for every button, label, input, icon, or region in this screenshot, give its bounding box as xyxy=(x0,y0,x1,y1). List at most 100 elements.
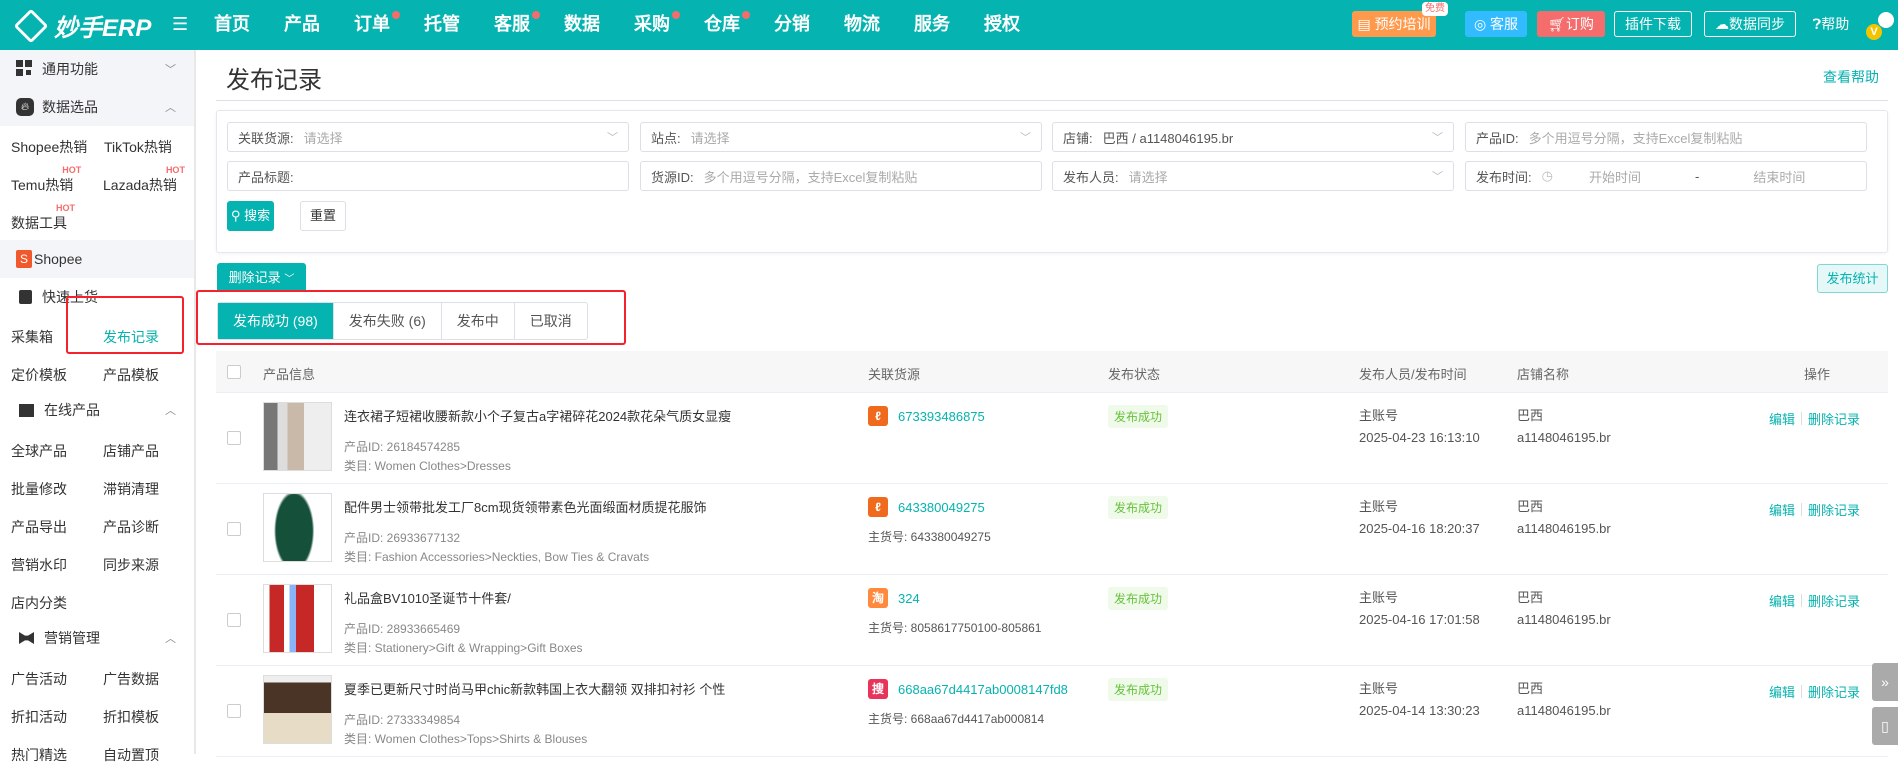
source-link[interactable]: ℓ 673393486875 xyxy=(868,406,985,426)
sidebar-item[interactable]: 全球产品 xyxy=(11,441,67,461)
sidebar-item-product-template[interactable]: 产品模板 xyxy=(103,365,159,385)
field-label: 站点: xyxy=(651,130,681,146)
edit-link[interactable]: 编辑 xyxy=(1769,682,1795,701)
delete-record-link[interactable]: 删除记录 xyxy=(1808,500,1860,519)
nav-label: 托管 xyxy=(424,14,460,34)
nav-item[interactable]: 服务 xyxy=(914,0,984,50)
clock-icon: ◷ xyxy=(1541,168,1553,183)
group-label: 在线产品 xyxy=(44,402,100,418)
sidebar-item[interactable]: 广告数据 xyxy=(103,669,159,689)
publish-stats-button[interactable]: 发布统计 xyxy=(1817,264,1888,293)
product-title-input[interactable]: 产品标题: xyxy=(227,161,629,191)
source-select[interactable]: 关联货源: 请选择 ﹀ xyxy=(227,122,629,152)
sidebar-item[interactable]: 广告活动 xyxy=(11,669,67,689)
sidebar-item[interactable]: 产品导出 xyxy=(11,517,67,537)
product-title[interactable]: 配件男士领带批发工厂8cm现货领带素色光面缎面材质提花服饰 xyxy=(344,497,707,516)
help-button[interactable]: ❓︎帮助 xyxy=(1806,11,1856,37)
shop-select[interactable]: 店铺: 巴西 / a1148046195.br ﹀ xyxy=(1052,122,1454,152)
plugin-download-button[interactable]: 插件下载 xyxy=(1614,11,1692,37)
delete-record-link[interactable]: 删除记录 xyxy=(1808,682,1860,701)
data-sync-button[interactable]: ☁数据同步 xyxy=(1704,11,1796,37)
nav-item[interactable]: 数据 xyxy=(564,0,634,50)
select-all-checkbox[interactable] xyxy=(227,365,241,379)
sidebar-item[interactable]: 同步来源 xyxy=(103,555,159,575)
product-title[interactable]: 连衣裙子短裙收腰新款小个子复古a字裙碎花2024款花朵气质女显瘦 xyxy=(344,406,731,425)
sidebar-item-shopee-hot[interactable]: Shopee热销 xyxy=(11,137,87,157)
reset-button[interactable]: 重置 xyxy=(300,201,346,231)
source-link[interactable]: 淘 324 xyxy=(868,588,920,608)
product-title[interactable]: 礼品盒BV1010圣诞节十件套/ xyxy=(344,588,511,607)
row-checkbox[interactable] xyxy=(227,613,241,627)
field-label: 发布时间: xyxy=(1476,169,1532,185)
brand-logo[interactable]: 妙手ERP xyxy=(13,8,151,43)
sidebar-item[interactable]: 折扣活动 xyxy=(11,707,67,727)
sidebar-item[interactable]: 热门精选 xyxy=(11,745,67,765)
sidebar-item[interactable]: 营销水印 xyxy=(11,555,67,575)
row-checkbox[interactable] xyxy=(227,704,241,718)
sidebar-item-data-tools[interactable]: 数据工具 HOT xyxy=(11,203,75,233)
nav-item[interactable]: 物流 xyxy=(844,0,914,50)
sidebar-item[interactable]: 滞销清理 xyxy=(103,479,159,499)
product-thumbnail[interactable] xyxy=(263,493,332,562)
mobile-app-button[interactable]: ▯ xyxy=(1872,707,1898,745)
sidebar-item[interactable]: 产品诊断 xyxy=(103,517,159,537)
end-time[interactable]: 结束时间 xyxy=(1753,167,1805,186)
sidebar-item-collect-box[interactable]: 采集箱 xyxy=(11,327,53,347)
publish-time-range[interactable]: 发布时间: ◷ 开始时间 - 结束时间 xyxy=(1465,161,1867,191)
main-item-number: 主货号: 8058617750100-805861 xyxy=(868,621,1042,635)
sidebar-group-shopee[interactable]: S Shopee xyxy=(0,240,194,278)
delete-record-link[interactable]: 删除记录 xyxy=(1808,591,1860,610)
search-button[interactable]: ⚲ 搜索 xyxy=(227,201,274,231)
product-thumbnail[interactable] xyxy=(263,402,332,471)
product-id-input[interactable]: 产品ID: 多个用逗号分隔，支持Excel复制粘贴 xyxy=(1465,122,1867,152)
nav-label: 首页 xyxy=(214,14,250,34)
edit-link[interactable]: 编辑 xyxy=(1769,500,1795,519)
site-select[interactable]: 站点: 请选择 ﹀ xyxy=(640,122,1042,152)
nav-item[interactable]: 分销 xyxy=(774,0,844,50)
source-id-input[interactable]: 货源ID: 多个用逗号分隔，支持Excel复制粘贴 xyxy=(640,161,1042,191)
service-button[interactable]: ◎ 客服 xyxy=(1465,11,1527,37)
nav-item[interactable]: 采购 xyxy=(634,0,704,50)
row-checkbox[interactable] xyxy=(227,431,241,445)
edit-link[interactable]: 编辑 xyxy=(1769,409,1795,428)
sidebar-group-general[interactable]: 通用功能 ﹀ xyxy=(0,50,194,88)
shop-region: 巴西 xyxy=(1517,499,1544,514)
help-link[interactable]: 查看帮助 xyxy=(1823,67,1879,87)
sidebar-group-data-select[interactable]: 🔥︎ 数据选品 ︿ xyxy=(0,88,194,126)
sidebar-item[interactable]: 批量修改 xyxy=(11,479,67,499)
source-link[interactable]: ℓ 643380049275 xyxy=(868,497,985,517)
delete-record-link[interactable]: 删除记录 xyxy=(1808,409,1860,428)
sidebar-item[interactable]: 店内分类 xyxy=(11,593,67,613)
product-title[interactable]: 夏季已更新尺寸时尚马甲chic新款韩国上衣大翻领 双排扣衬衫 个性 xyxy=(344,679,725,698)
row-checkbox[interactable] xyxy=(227,522,241,536)
user-avatar[interactable]: V xyxy=(1866,12,1894,40)
training-button[interactable]: ▤ 预约培训 免费 xyxy=(1352,2,1448,37)
sidebar-item[interactable]: 店铺产品 xyxy=(103,441,159,461)
nav-label: 服务 xyxy=(914,14,950,34)
sidebar-item-pricing-template[interactable]: 定价模板 xyxy=(11,365,67,385)
product-thumbnail[interactable] xyxy=(263,675,332,744)
nav-item[interactable]: 托管 xyxy=(424,0,494,50)
sidebar-group-marketing[interactable]: 营销管理 ︿ xyxy=(0,619,194,657)
sidebar-group-online[interactable]: 在线产品 ︿ xyxy=(0,391,194,429)
product-thumbnail[interactable] xyxy=(263,584,332,653)
source-link[interactable]: 搜 668aa67d4417ab0008147fd8 xyxy=(868,679,1068,699)
sidebar-item-lazada-hot[interactable]: Lazada热销 HOT xyxy=(103,165,185,195)
sidebar-item[interactable]: 自动置顶 xyxy=(103,745,159,765)
edit-link[interactable]: 编辑 xyxy=(1769,591,1795,610)
sidebar-item-tiktok-hot[interactable]: TikTok热销 xyxy=(104,137,172,157)
order-button[interactable]: 🛒︎订购 xyxy=(1537,11,1605,37)
nav-item[interactable]: 产品 xyxy=(284,0,354,50)
nav-item[interactable]: 订单 xyxy=(354,0,424,50)
delete-records-dropdown[interactable]: 删除记录 ﹀ xyxy=(217,263,306,292)
nav-item[interactable]: 仓库 xyxy=(704,0,774,50)
sidebar-item-temu-hot[interactable]: Temu热销 HOT xyxy=(11,165,81,195)
start-time[interactable]: 开始时间 xyxy=(1589,167,1641,186)
publisher-select[interactable]: 发布人员: 请选择 ﹀ xyxy=(1052,161,1454,191)
nav-item[interactable]: 首页 xyxy=(214,0,284,50)
sidebar-item[interactable]: 折扣模板 xyxy=(103,707,159,727)
nav-item[interactable]: 客服 xyxy=(494,0,564,50)
menu-toggle-icon[interactable]: ☰ xyxy=(172,14,188,35)
collapse-panel-button[interactable]: » xyxy=(1872,663,1898,701)
nav-item[interactable]: 授权 xyxy=(984,0,1054,50)
